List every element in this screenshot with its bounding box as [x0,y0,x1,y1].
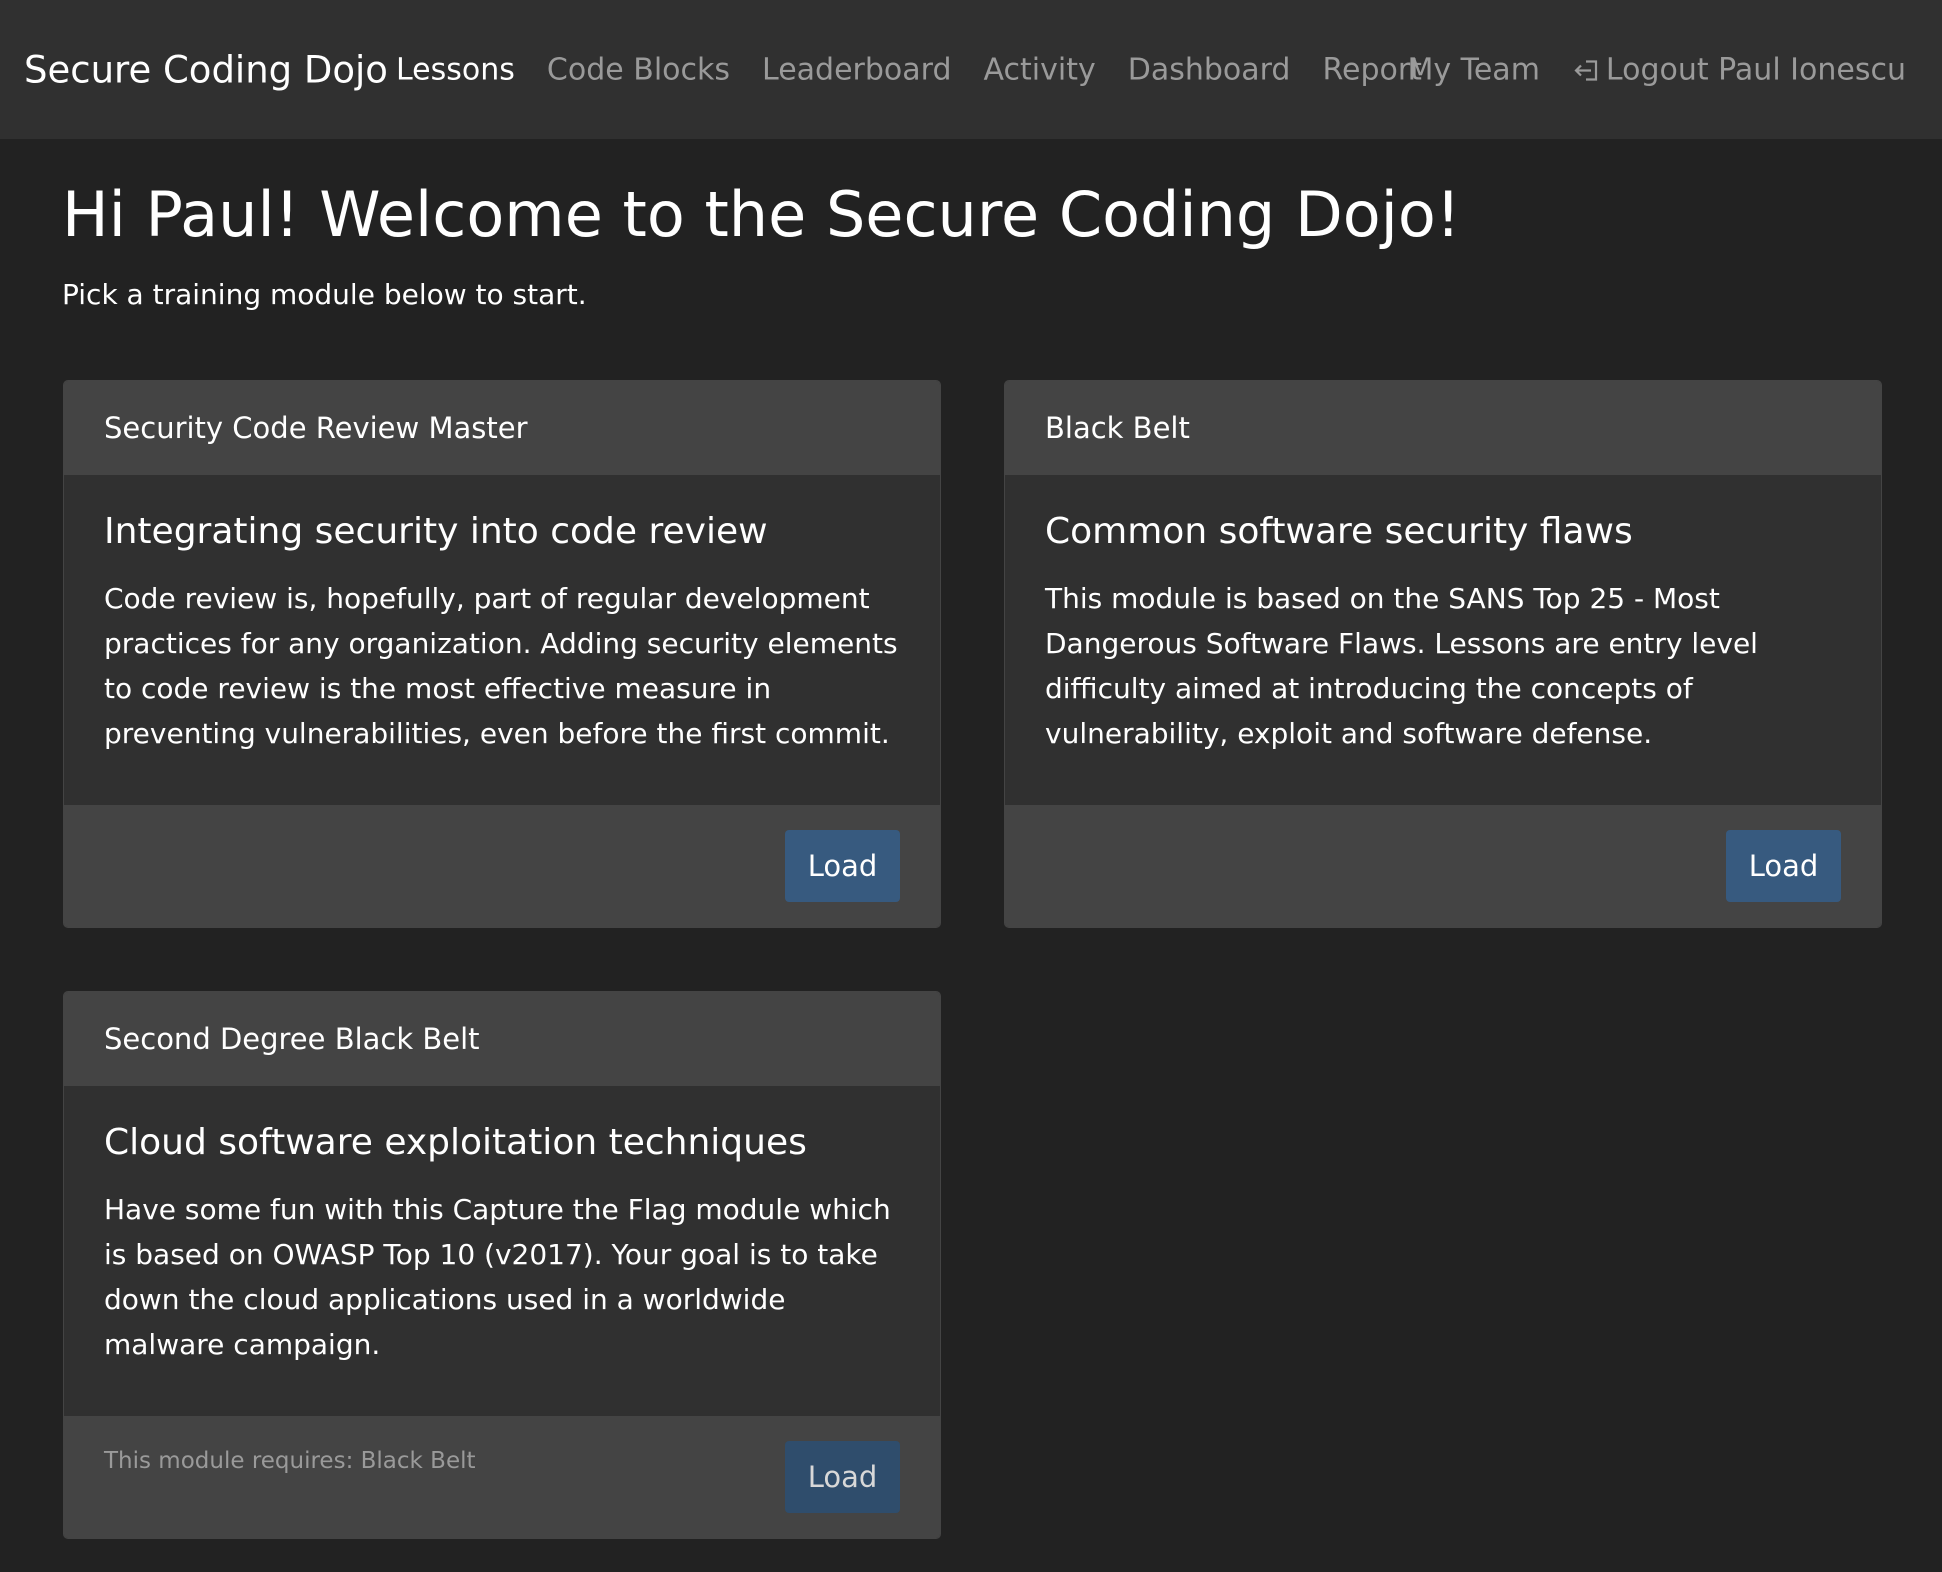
module-requirement: This module requires: Black Belt [104,1448,476,1474]
load-button-security-code-review[interactable]: Load [785,830,900,902]
card-footer: Load [64,805,940,927]
nav-leaderboard[interactable]: Leaderboard [762,53,952,88]
card-header: Second Degree Black Belt [64,992,940,1086]
card-header: Black Belt [1005,381,1881,475]
card-title: Cloud software exploitation techniques [104,1122,807,1163]
module-card-security-code-review: Security Code Review Master Integrating … [63,380,941,928]
module-card-black-belt: Black Belt Common software security flaw… [1004,380,1882,928]
card-header: Security Code Review Master [64,381,940,475]
nav-my-team[interactable]: My Team [1407,53,1539,88]
load-button-black-belt[interactable]: Load [1726,830,1841,902]
nav-right: My Team Logout Paul Ionescu [1375,53,1906,88]
card-title: Common software security flaws [1045,511,1633,552]
logout-link[interactable]: Logout Paul Ionescu [1572,53,1906,88]
page-subtitle: Pick a training module below to start. [62,278,587,311]
card-body: Cloud software exploitation techniques H… [64,1086,940,1416]
page-title: Hi Paul! Welcome to the Secure Coding Do… [62,178,1461,251]
top-navbar: Secure Coding Dojo Lessons Code Blocks L… [0,0,1942,139]
brand-logo[interactable]: Secure Coding Dojo [24,49,388,92]
card-text: Code review is, hopefully, part of regul… [104,582,898,750]
card-body: Common software security flaws This modu… [1005,475,1881,805]
card-footer: This module requires: Black Belt Load [64,1416,940,1538]
card-text: Have some fun with this Capture the Flag… [104,1193,891,1361]
card-footer: Load [1005,805,1881,927]
nav-activity[interactable]: Activity [984,53,1096,88]
nav-links: Lessons Code Blocks Leaderboard Activity… [396,53,1454,88]
module-card-second-degree-black-belt: Second Degree Black Belt Cloud software … [63,991,941,1539]
sign-out-icon [1574,59,1598,81]
nav-dashboard[interactable]: Dashboard [1128,53,1291,88]
nav-code-blocks[interactable]: Code Blocks [547,53,730,88]
nav-lessons[interactable]: Lessons [396,53,515,88]
load-button-second-degree-black-belt[interactable]: Load [785,1441,900,1513]
card-text: This module is based on the SANS Top 25 … [1045,582,1758,750]
logout-label: Logout Paul Ionescu [1605,52,1906,88]
card-body: Integrating security into code review Co… [64,475,940,805]
card-title: Integrating security into code review [104,511,768,552]
